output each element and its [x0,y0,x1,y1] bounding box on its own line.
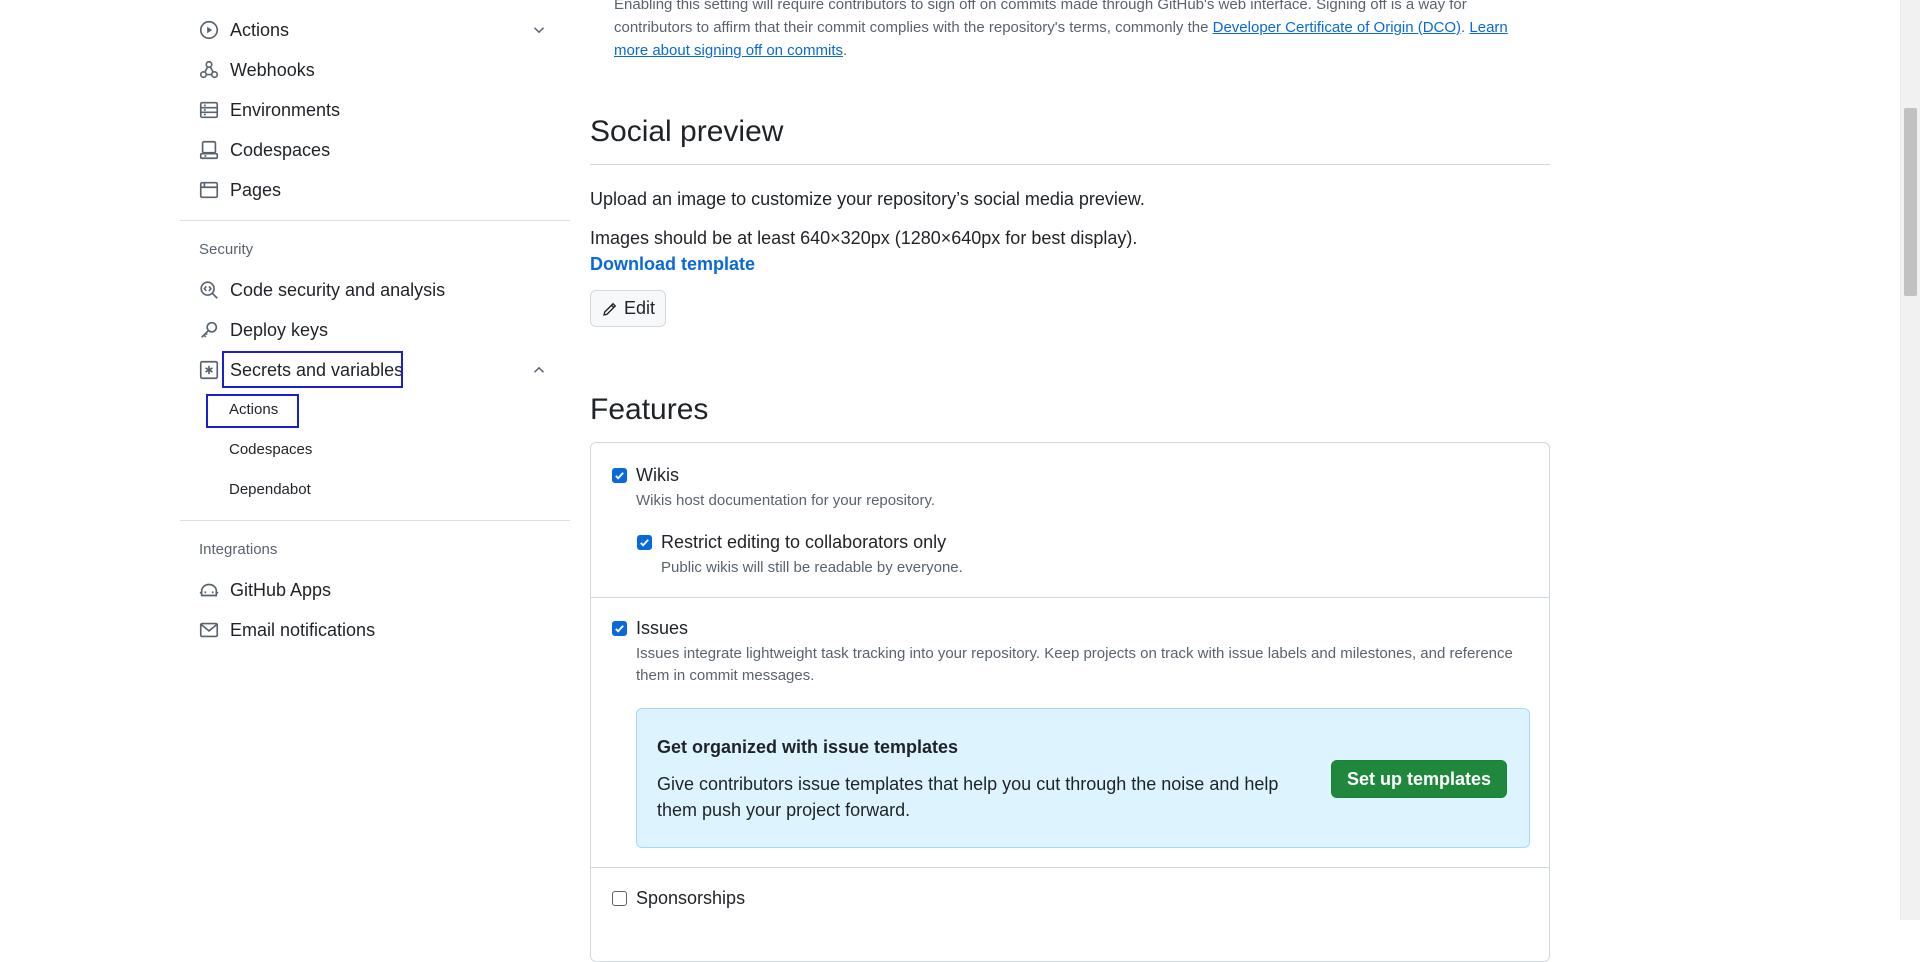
security-heading: Security [199,241,254,258]
dco-link[interactable]: Developer Certificate of Origin (DCO) [1213,19,1461,36]
server-icon [198,99,220,121]
social-preview-desc: Upload an image to customize your reposi… [590,189,1145,209]
sidebar-subitem-codespaces[interactable]: Codespaces [229,441,312,458]
sidebar-item-environments[interactable]: Environments [198,92,340,128]
robot-icon [198,579,220,601]
sidebar-item-github-apps[interactable]: GitHub Apps [198,572,331,608]
edit-label: Edit [623,298,656,318]
codespaces-icon [198,139,220,161]
sidebar-item-label: Environments [230,99,341,120]
sidebar-item-email-notifications[interactable]: Email notifications [198,612,375,648]
social-preview-title: Social preview [590,115,784,148]
sidebar-divider [180,220,570,221]
sidebar-item-codespaces[interactable]: Codespaces [198,132,330,168]
row-separator [591,597,1549,598]
sidebar-item-code-security[interactable]: Code security and analysis [198,272,445,308]
sponsorships-checkbox[interactable] [612,891,627,906]
sidebar-item-label: Actions [230,19,290,40]
issues-desc: Issues integrate lightweight task tracki… [636,645,1513,684]
pencil-icon [603,302,617,316]
sidebar-item-pages[interactable]: Pages [198,172,281,208]
sidebar-item-label: Codespaces [230,139,331,160]
scrollbar-thumb[interactable] [1904,108,1917,296]
row-separator [591,867,1549,868]
issue-templates-banner: Get organized with issue templates Give … [636,708,1530,848]
sidebar-item-label: GitHub Apps [230,579,332,600]
chevron-down-icon[interactable] [530,21,548,39]
issue-templates-title: Get organized with issue templates [657,737,959,757]
issues-label: Issues [636,618,689,638]
sidebar-item-label: Webhooks [230,59,315,80]
sidebar-item-label: Pages [230,179,282,200]
sidebar-item-label: Secrets and variables [230,359,404,380]
wikis-desc: Wikis host documentation for your reposi… [636,492,936,509]
wikis-label: Wikis [636,465,679,485]
issues-checkbox[interactable] [612,621,627,636]
sidebar-item-label: Email notifications [230,619,376,640]
edit-button[interactable]: Edit [590,290,666,327]
restrict-editing-desc: Public wikis will still be readable by e… [661,559,963,576]
webhook-icon [198,59,220,81]
play-icon [198,19,220,41]
sidebar-divider [180,520,570,521]
issue-templates-desc: Give contributors issue templates that h… [657,774,1279,820]
mail-icon [198,619,220,641]
social-preview-size-note: Images should be at least 640×320px (128… [590,228,1138,248]
chevron-up-icon[interactable] [530,361,548,379]
features-box: Wikis Wikis host documentation for your … [590,442,1550,962]
sidebar-item-label: Deploy keys [230,319,329,340]
features-title: Features [590,393,709,426]
sidebar-item-deploy-keys[interactable]: Deploy keys [198,312,328,348]
asterisk-icon [198,359,220,381]
sidebar-item-secrets-and-variables[interactable]: Secrets and variables [198,352,403,388]
sidebar-item-actions[interactable]: Actions [198,12,289,48]
sidebar-item-label: Code security and analysis [230,279,446,300]
wikis-checkbox[interactable] [612,468,627,483]
dco-end: . [843,42,848,59]
dco-description: Enabling this setting will require contr… [614,0,1534,62]
restrict-editing-label: Restrict editing to collaborators only [661,532,947,552]
sidebar-subitem-dependabot[interactable]: Dependabot [229,481,311,498]
sidebar-subitem-actions[interactable]: Actions [229,401,278,418]
browser-icon [198,179,220,201]
restrict-editing-checkbox[interactable] [637,535,652,550]
set-up-templates-button[interactable]: Set up templates [1331,760,1507,798]
sponsorships-label: Sponsorships [636,888,746,908]
integrations-heading: Integrations [199,541,278,558]
key-icon [198,319,220,341]
sidebar-item-webhooks[interactable]: Webhooks [198,52,315,88]
download-template-link[interactable]: Download template [590,254,755,275]
codescan-icon [198,279,220,301]
section-rule [590,164,1550,165]
